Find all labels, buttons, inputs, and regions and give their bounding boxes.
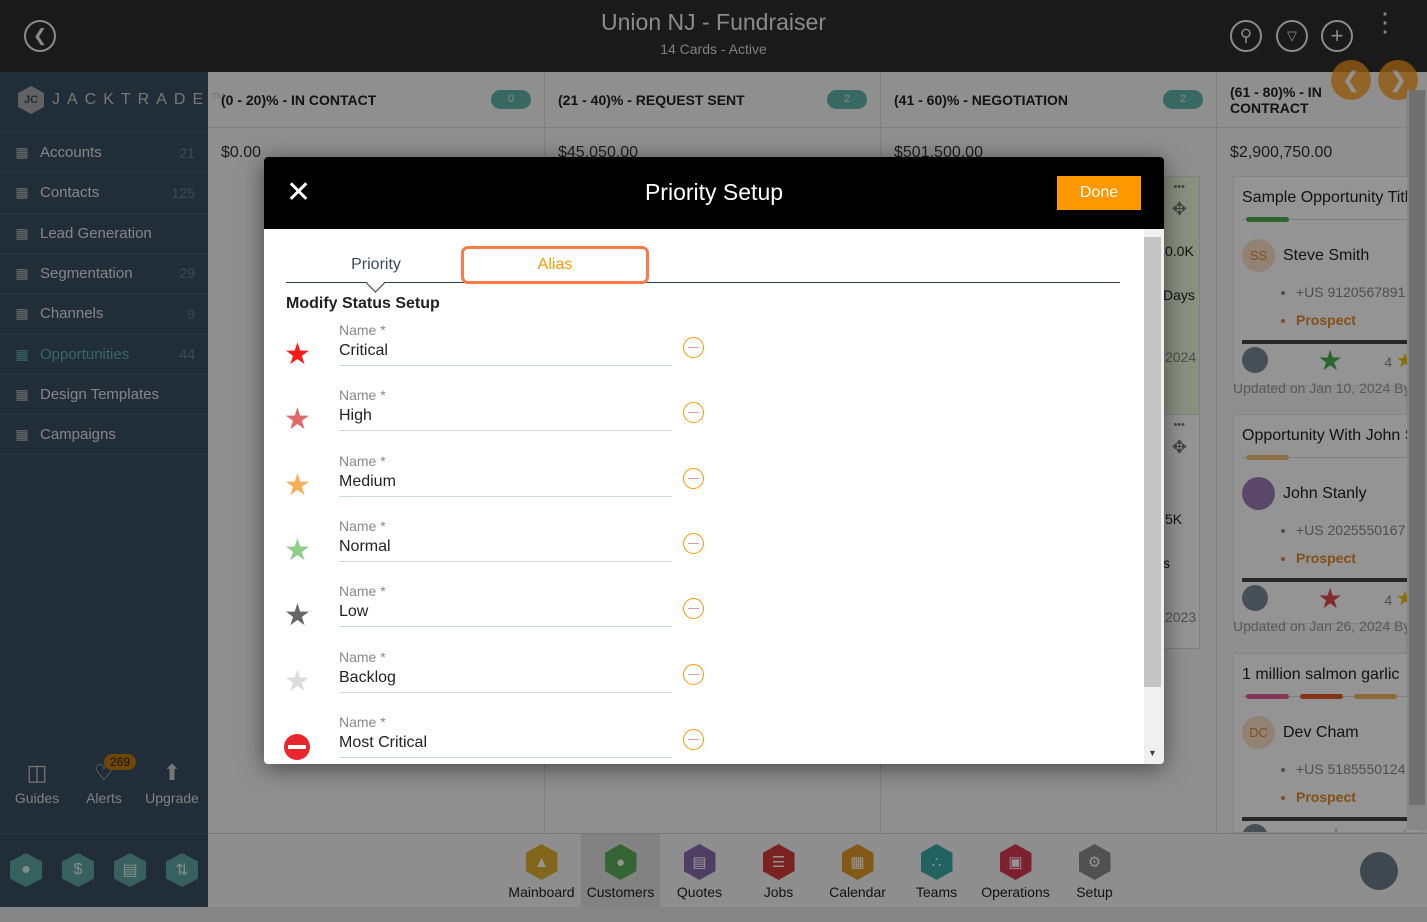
field-label: Name * [339,583,386,600]
priority-setup-modal: ✕ Priority Setup Done Priority Alias Mod… [264,157,1164,764]
priority-row: ★ Name * Low [264,583,1144,648]
priority-row: ★ Name * Medium [264,453,1144,518]
done-button[interactable]: Done [1057,176,1141,210]
priority-name-input[interactable]: High [339,407,372,425]
star-icon[interactable]: ★ [284,403,311,436]
field-label: Name * [339,713,386,730]
remove-icon[interactable] [683,467,704,489]
priority-row: ★ Name * Backlog [264,649,1144,714]
field-label: Name * [339,387,386,404]
star-icon[interactable]: ★ [284,534,311,567]
remove-icon[interactable] [683,663,704,685]
star-icon[interactable]: ★ [284,665,311,698]
priority-name-input[interactable]: Medium [339,473,396,491]
priority-name-input[interactable]: Normal [339,538,391,556]
priority-row: ★ Name * High [264,387,1144,452]
field-label: Name * [339,648,386,665]
priority-name-input[interactable]: Critical [339,342,388,360]
remove-icon[interactable] [683,728,704,750]
priority-row: ★ Name * Normal [264,518,1144,583]
priority-name-input[interactable]: Most Critical [339,734,427,752]
priority-row: ★ Name * Critical [264,322,1144,387]
star-icon[interactable]: ★ [284,469,311,502]
star-icon[interactable]: ★ [284,599,311,632]
remove-icon[interactable] [683,337,704,358]
remove-icon[interactable] [683,598,704,620]
remove-icon[interactable] [683,402,704,424]
section-title: Modify Status Setup [286,295,440,312]
modal-title: Priority Setup [644,179,784,205]
field-label: Name * [339,322,386,338]
no-entry-icon[interactable] [284,733,310,760]
tab-alias[interactable]: Alias [461,246,649,284]
tab-priority[interactable]: Priority [286,248,466,282]
priority-name-input[interactable]: Low [339,603,368,621]
tab-bar: Priority Alias [286,246,1120,284]
field-label: Name * [339,517,386,534]
star-icon[interactable]: ★ [284,338,311,371]
remove-icon[interactable] [683,532,704,554]
priority-row: Name * Most Critical [264,714,1144,764]
modal-scrollbar[interactable]: ▼ [1144,229,1164,764]
field-label: Name * [339,452,386,469]
priority-name-input[interactable]: Backlog [339,669,396,687]
